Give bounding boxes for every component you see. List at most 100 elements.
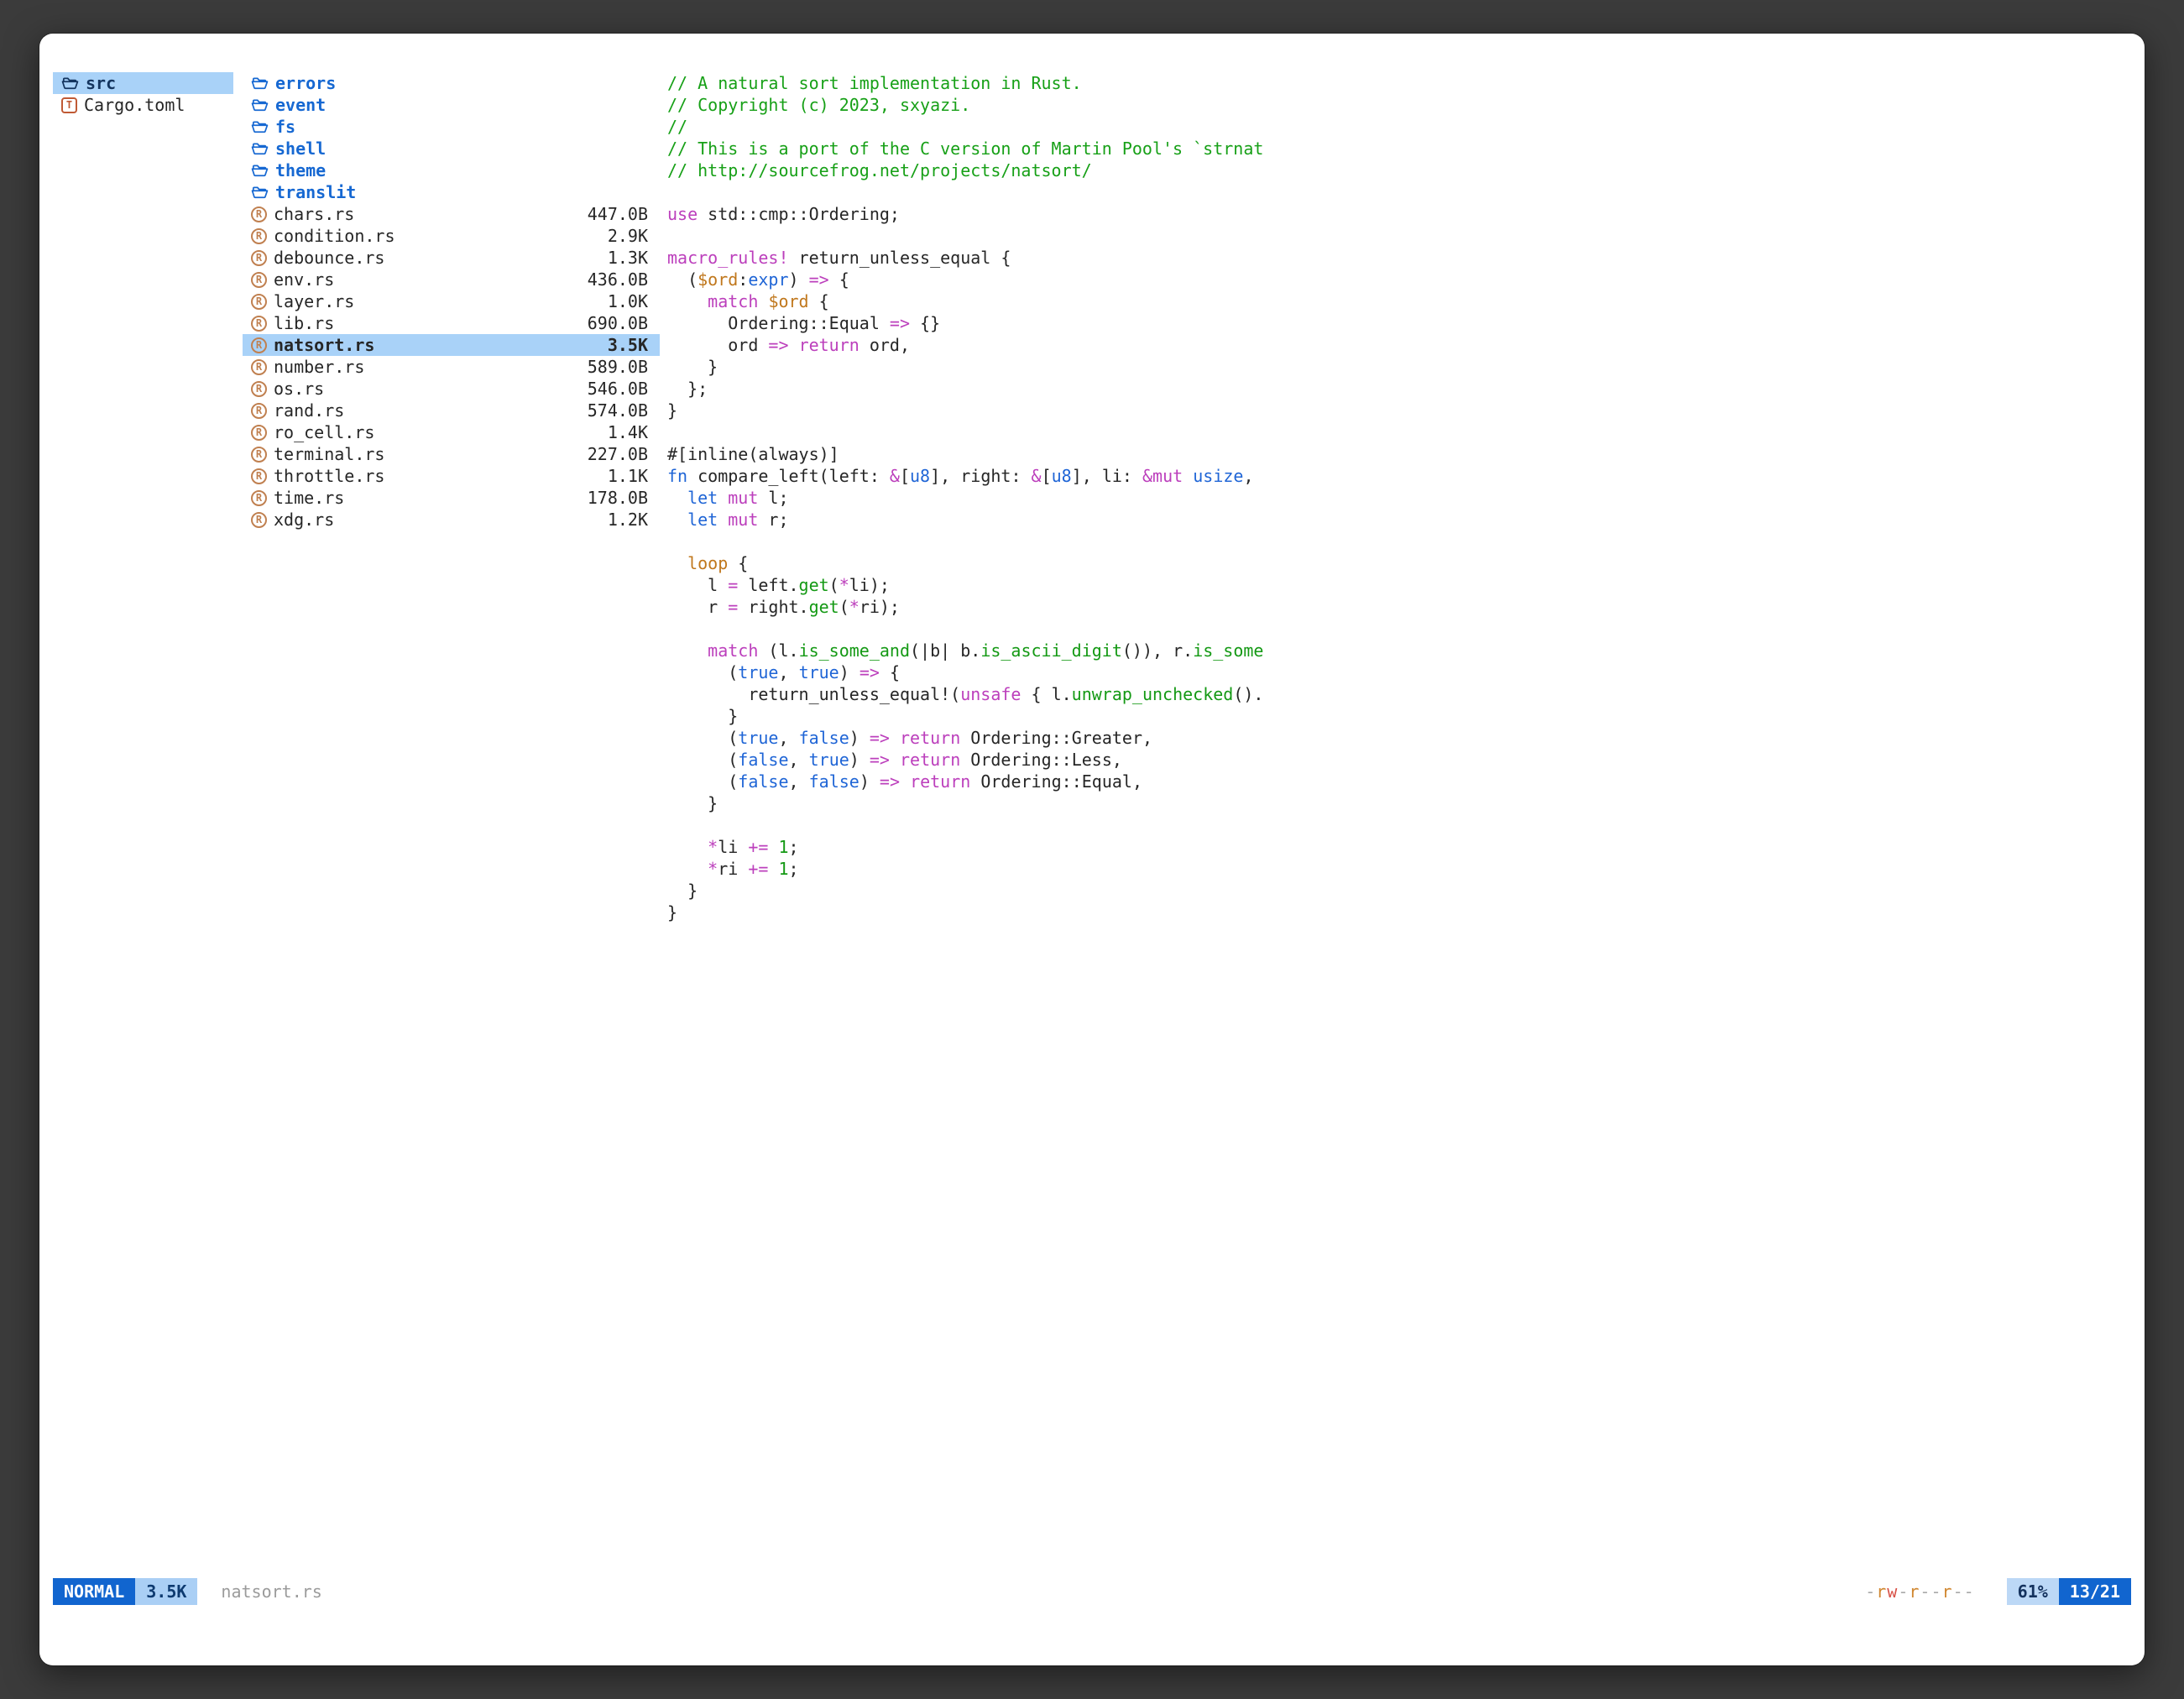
code-line: (false, false) => return Ordering::Equal…	[667, 771, 1842, 792]
file-row-shell[interactable]: shell	[243, 138, 660, 159]
permission-char: -	[1964, 1581, 1975, 1602]
code-line: // A natural sort implementation in Rust…	[667, 72, 1842, 94]
rust-file-icon: R	[251, 403, 267, 419]
code-line: fn compare_left(left: &[u8], right: &[u8…	[667, 465, 1842, 487]
file-row-xdg.rs[interactable]: Rxdg.rs1.2K	[243, 509, 660, 531]
code-line: };	[667, 378, 1842, 400]
file-name: theme	[275, 159, 326, 181]
file-name: chars.rs	[274, 203, 354, 225]
file-row-time.rs[interactable]: Rtime.rs178.0B	[243, 487, 660, 509]
preview-pane: // A natural sort implementation in Rust…	[667, 72, 1842, 923]
file-row-translit[interactable]: translit	[243, 181, 660, 203]
file-row-theme[interactable]: theme	[243, 159, 660, 181]
file-size: 1.4K	[608, 421, 648, 443]
rust-file-icon: R	[251, 316, 267, 332]
code-line: ($ord:expr) => {	[667, 269, 1842, 290]
file-row-src[interactable]: src	[53, 72, 233, 94]
file-row-os.rs[interactable]: Ros.rs546.0B	[243, 378, 660, 400]
rust-file-icon: R	[251, 359, 267, 375]
permission-char: -	[1898, 1581, 1909, 1602]
file-row-condition.rs[interactable]: Rcondition.rs2.9K	[243, 225, 660, 247]
file-row-number.rs[interactable]: Rnumber.rs 589.0B	[243, 356, 660, 378]
permissions-text: -rw-r--r--	[1865, 1578, 1974, 1605]
file-row-throttle.rs[interactable]: Rthrottle.rs1.1K	[243, 465, 660, 487]
permission-char: -	[1920, 1581, 1931, 1602]
file-size: 436.0B	[588, 269, 648, 290]
file-row-chars.rs[interactable]: Rchars.rs447.0B	[243, 203, 660, 225]
file-row-natsort.rs[interactable]: Rnatsort.rs 3.5K	[243, 334, 660, 356]
file-row-errors[interactable]: errors	[243, 72, 660, 94]
code-line: ord => return ord,	[667, 334, 1842, 356]
rust-file-icon: R	[251, 337, 267, 353]
folder-icon	[251, 140, 269, 158]
code-line: }	[667, 880, 1842, 902]
file-size: 1.0K	[608, 290, 648, 312]
file-size: 227.0B	[588, 443, 648, 465]
file-name: shell	[275, 138, 326, 159]
folder-icon	[251, 97, 269, 114]
file-size: 690.0B	[588, 312, 648, 334]
rust-file-icon: R	[251, 272, 267, 288]
file-size: 589.0B	[588, 356, 648, 378]
code-line	[667, 225, 1842, 247]
code-line: *li += 1;	[667, 836, 1842, 858]
file-name: terminal.rs	[274, 443, 384, 465]
file-size: 3.5K	[608, 334, 648, 356]
file-name: src	[86, 72, 116, 94]
file-row-ro_cell.rs[interactable]: Rro_cell.rs1.4K	[243, 421, 660, 443]
file-row-fs[interactable]: fs	[243, 116, 660, 138]
file-size: 546.0B	[588, 378, 648, 400]
code-line: (true, true) => {	[667, 661, 1842, 683]
file-name: number.rs	[274, 356, 364, 378]
permission-char: -	[1953, 1581, 1964, 1602]
folder-icon	[251, 162, 269, 180]
status-right: -rw-r--r-- 61% 13/21	[1865, 1578, 2131, 1605]
file-row-Cargo.toml[interactable]: TCargo.toml	[53, 94, 233, 116]
code-line: loop {	[667, 552, 1842, 574]
file-name: Cargo.toml	[84, 94, 185, 116]
file-name: natsort.rs	[274, 334, 374, 356]
file-row-lib.rs[interactable]: Rlib.rs 690.0B	[243, 312, 660, 334]
folder-icon	[251, 184, 269, 201]
file-row-terminal.rs[interactable]: Rterminal.rs227.0B	[243, 443, 660, 465]
file-row-rand.rs[interactable]: Rrand.rs 574.0B	[243, 400, 660, 421]
code-line: // This is a port of the C version of Ma…	[667, 138, 1842, 159]
file-row-layer.rs[interactable]: Rlayer.rs 1.0K	[243, 290, 660, 312]
code-line: // Copyright (c) 2023, sxyazi.	[667, 94, 1842, 116]
rust-file-icon: R	[251, 294, 267, 310]
file-name: time.rs	[274, 487, 344, 509]
code-line: }	[667, 792, 1842, 814]
file-name: translit	[275, 181, 356, 203]
file-row-debounce.rs[interactable]: Rdebounce.rs1.3K	[243, 247, 660, 269]
file-name: debounce.rs	[274, 247, 384, 269]
code-line: macro_rules! return_unless_equal {	[667, 247, 1842, 269]
file-size: 1.3K	[608, 247, 648, 269]
scroll-percent-badge: 61%	[2007, 1578, 2059, 1605]
file-size: 574.0B	[588, 400, 648, 421]
rust-file-icon: R	[251, 206, 267, 222]
rust-file-icon: R	[251, 381, 267, 397]
file-name: throttle.rs	[274, 465, 384, 487]
status-left: NORMAL 3.5K natsort.rs	[53, 1578, 322, 1605]
rust-file-icon: R	[251, 490, 267, 506]
folder-icon	[61, 75, 79, 92]
file-size: 2.9K	[608, 225, 648, 247]
code-line: let mut r;	[667, 509, 1842, 531]
parent-pane: srcTCargo.toml	[53, 72, 233, 116]
file-name: event	[275, 94, 326, 116]
permission-char: r	[1876, 1581, 1887, 1602]
file-name: layer.rs	[274, 290, 354, 312]
file-row-env.rs[interactable]: Renv.rs 436.0B	[243, 269, 660, 290]
file-name: rand.rs	[274, 400, 344, 421]
file-name: lib.rs	[274, 312, 334, 334]
code-line	[667, 531, 1842, 552]
desktop: { "colors": { "accent": "#1165cf", "sele…	[0, 0, 2184, 1699]
code-line: use std::cmp::Ordering;	[667, 203, 1842, 225]
code-line: return_unless_equal!(unsafe { l.unwrap_u…	[667, 683, 1842, 705]
file-size: 1.2K	[608, 509, 648, 531]
code-line: }	[667, 902, 1842, 923]
code-line: *ri += 1;	[667, 858, 1842, 880]
file-name: condition.rs	[274, 225, 395, 247]
file-name: env.rs	[274, 269, 334, 290]
file-row-event[interactable]: event	[243, 94, 660, 116]
